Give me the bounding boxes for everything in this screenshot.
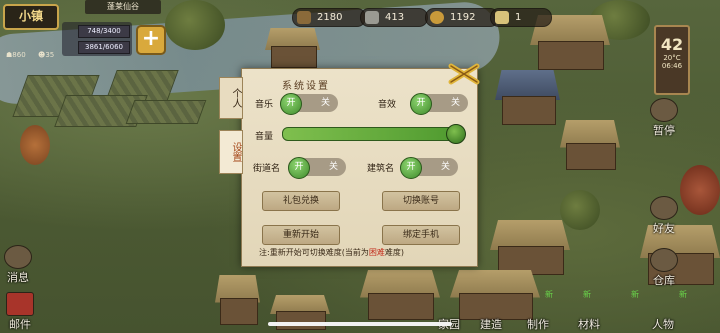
home-indicator[interactable] xyxy=(268,322,452,326)
difficulty-note: 注:重新开始可切换难度(当前为困难难度) xyxy=(259,248,404,257)
temperature: 20°C xyxy=(663,54,681,62)
toggle-on-knob: 开 xyxy=(288,157,310,179)
tab-characters[interactable]: 人物 xyxy=(652,316,674,332)
volume-label: 音量 xyxy=(255,132,274,142)
warehouse-icon xyxy=(650,248,678,272)
day-clock: 42 20°C 06:46 xyxy=(654,25,690,95)
toggle-on-knob: 开 xyxy=(280,93,302,115)
resource-stone[interactable]: 413 xyxy=(360,8,428,27)
autumn-tree xyxy=(680,165,720,215)
switch-account-button[interactable]: 切换账号 xyxy=(382,191,460,211)
resource-scroll[interactable]: 1 xyxy=(490,8,552,27)
pause-icon xyxy=(650,98,678,122)
toggle-off-label: 关 xyxy=(450,98,460,108)
building[interactable] xyxy=(560,120,620,170)
volume-slider[interactable] xyxy=(282,127,460,141)
day-number: 42 xyxy=(660,35,684,54)
new-badge: 新 xyxy=(631,290,639,299)
new-badge: 新 xyxy=(583,290,591,299)
warehouse-button[interactable]: 仓库 xyxy=(650,248,678,288)
messages-button[interactable]: 消息 xyxy=(4,245,32,285)
add-button[interactable]: + xyxy=(136,25,166,55)
resource-coin[interactable]: 1192 xyxy=(425,8,499,27)
tab-materials[interactable]: 材料 xyxy=(578,316,600,332)
autumn-tree xyxy=(20,125,50,165)
pause-button[interactable]: 暂停 xyxy=(650,98,678,138)
dialog-title: 系统设置 xyxy=(282,81,330,92)
coin-icon xyxy=(430,11,444,24)
friends-button[interactable]: 好友 xyxy=(650,196,678,236)
restart-button[interactable]: 重新开始 xyxy=(262,225,340,245)
street-name-label: 街道名 xyxy=(253,164,281,174)
messages-icon xyxy=(4,245,32,269)
building[interactable] xyxy=(265,28,320,68)
worker-count: ☻35 xyxy=(38,51,55,59)
stat-bar-top: 748/3400 xyxy=(78,25,130,38)
bind-phone-button[interactable]: 绑定手机 xyxy=(382,225,460,245)
toggle-on-knob: 开 xyxy=(410,93,432,115)
music-toggle[interactable]: 开 关 xyxy=(280,93,338,115)
toggle-on-knob: 开 xyxy=(400,157,422,179)
scroll-icon xyxy=(495,11,509,24)
tab-settings[interactable]: 设置 xyxy=(219,130,243,174)
place-name: 蓬莱仙谷 xyxy=(85,0,161,14)
building[interactable] xyxy=(360,270,440,320)
music-label: 音乐 xyxy=(255,100,274,110)
wood-log-icon xyxy=(297,11,311,24)
tree xyxy=(165,0,225,50)
town-badge[interactable]: 小镇 xyxy=(3,4,59,30)
mail-icon xyxy=(6,292,34,316)
building-name-label: 建筑名 xyxy=(367,164,395,174)
mail-button[interactable]: 邮件 xyxy=(6,292,34,332)
tab-craft[interactable]: 制作 xyxy=(527,316,549,332)
tab-personal[interactable]: 个人 xyxy=(219,77,243,119)
game-time: 06:46 xyxy=(661,62,683,70)
toggle-off-label: 关 xyxy=(328,162,338,172)
difficulty-value: 困难 xyxy=(368,248,385,257)
street-name-toggle[interactable]: 开 关 xyxy=(288,157,346,179)
farm-field[interactable] xyxy=(125,100,207,124)
building[interactable] xyxy=(495,70,560,125)
watchtower[interactable] xyxy=(215,275,260,325)
volume-slider-handle[interactable] xyxy=(446,124,466,144)
close-icon[interactable] xyxy=(447,62,481,86)
friends-icon xyxy=(650,196,678,220)
new-badge: 新 xyxy=(545,290,553,299)
toggle-off-label: 关 xyxy=(320,98,330,108)
stone-icon xyxy=(365,11,379,24)
population-count: ☗860 xyxy=(6,51,26,59)
gift-code-button[interactable]: 礼包兑换 xyxy=(262,191,340,211)
stat-bar-bottom: 3861/6060 xyxy=(78,41,130,54)
resource-wood[interactable]: 2180 xyxy=(292,8,366,27)
building[interactable] xyxy=(450,270,540,320)
new-badge: 新 xyxy=(679,290,687,299)
tab-build[interactable]: 建造 xyxy=(480,316,502,332)
sfx-toggle[interactable]: 开 关 xyxy=(410,93,468,115)
toggle-off-label: 关 xyxy=(440,162,450,172)
building-name-toggle[interactable]: 开 关 xyxy=(400,157,458,179)
building[interactable] xyxy=(490,220,570,275)
sfx-label: 音效 xyxy=(378,100,397,110)
